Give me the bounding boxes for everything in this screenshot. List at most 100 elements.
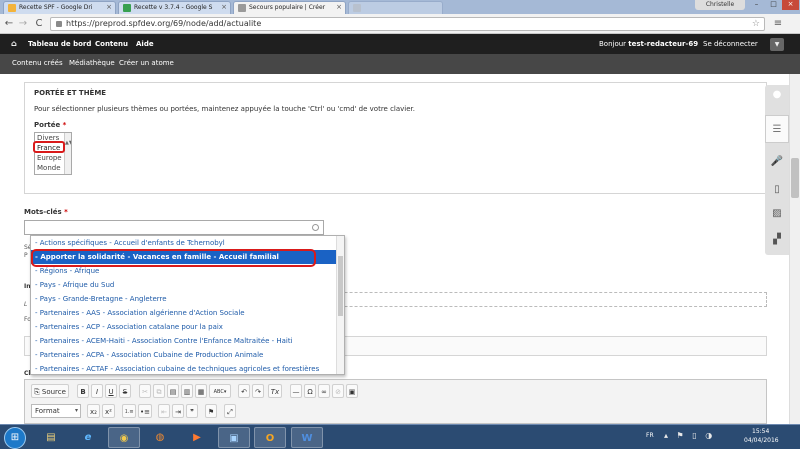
undo-icon[interactable]: ↶ (238, 384, 250, 398)
portee-option-europe[interactable]: Europe (37, 153, 62, 163)
spellcheck-icon[interactable]: ABC▾ (209, 384, 231, 398)
home-icon[interactable]: ⌂ (11, 34, 17, 54)
bold-button[interactable]: B (77, 384, 89, 398)
autocomplete-item[interactable]: - Pays - Grande-Bretagne - Angleterre (31, 292, 336, 306)
internet-explorer-icon[interactable]: e (72, 427, 104, 448)
video-clapper-icon[interactable]: ▞ (769, 233, 785, 247)
paste-text-icon[interactable]: ▥ (181, 384, 193, 398)
tab-close-icon[interactable]: × (106, 2, 112, 13)
autocomplete-item[interactable]: - Partenaires - ACP - Association catala… (31, 320, 336, 334)
document-icon[interactable]: ▯ (769, 183, 785, 197)
special-char-icon[interactable]: Ω (304, 384, 316, 398)
subscript-icon[interactable]: x₂ (87, 404, 100, 418)
cut-icon[interactable]: ✂ (139, 384, 151, 398)
redo-icon[interactable]: ↷ (252, 384, 264, 398)
outdent-icon[interactable]: ⇤ (158, 404, 170, 418)
browser-profile-button[interactable]: Christelle (695, 0, 745, 10)
copy-icon[interactable]: ⧉ (153, 384, 165, 398)
blockquote-icon[interactable]: ❞ (186, 404, 198, 418)
toolbar-link-dashboard[interactable]: Tableau de bord (28, 34, 91, 54)
autocomplete-item[interactable]: - Pays - Afrique du Sud (31, 278, 336, 292)
reload-icon[interactable]: C (33, 18, 45, 30)
autocomplete-item[interactable]: - Partenaires - ACEM-Haiti - Association… (31, 334, 336, 348)
firefox-icon[interactable]: ◍ (144, 427, 176, 448)
toolbar-toggle-button[interactable]: ▼ (770, 38, 784, 51)
flag-icon[interactable]: ⚑ (205, 404, 217, 418)
snipping-tool-icon[interactable]: ▣ (218, 427, 250, 448)
shortcut-creer-atome[interactable]: Créer un atome (119, 54, 174, 72)
system-tray-icons[interactable]: ▴ ⚑ ▯ ◑ (664, 431, 715, 440)
bookmark-star-icon[interactable]: ☆ (752, 18, 760, 30)
source-button[interactable]: ⎘ Source (31, 384, 69, 398)
remove-format-icon[interactable]: Tx (268, 384, 282, 398)
autocomplete-scrollbar[interactable] (336, 236, 344, 374)
fieldset-legend: PORTÉE ET THÈME (34, 89, 107, 97)
format-dropdown[interactable]: Format ▾ (31, 404, 81, 418)
user-name[interactable]: test-redacteur-69 (628, 40, 698, 48)
image-icon[interactable]: ▣ (346, 384, 358, 398)
underline-button[interactable]: U (105, 384, 117, 398)
clock-date[interactable]: 04/04/2016 (744, 437, 779, 444)
superscript-icon[interactable]: x² (102, 404, 115, 418)
select-scrollbar[interactable]: ▲▼ (64, 133, 71, 174)
address-bar[interactable]: https://preprod.spfdev.org/69/node/add/a… (50, 17, 765, 31)
browser-menu-icon[interactable]: ≡ (772, 18, 784, 30)
toolbar-link-help[interactable]: Aide (136, 34, 154, 54)
word-icon[interactable]: W (291, 427, 323, 448)
window-minimize-button[interactable]: – (748, 0, 765, 10)
picture-icon[interactable]: ▨ (769, 207, 785, 221)
link-icon[interactable]: ∞ (318, 384, 330, 398)
start-button[interactable]: ⊞ (4, 427, 26, 449)
portee-multiselect[interactable]: Divers France Europe Monde ▲▼ (34, 132, 72, 175)
chrome-icon[interactable]: ◉ (108, 427, 140, 448)
mots-cles-label: Mots-clés * (24, 208, 68, 216)
browser-tab-recette-spf[interactable]: Recette SPF - Google Dri × (3, 1, 116, 14)
shortcut-contenus-crees[interactable]: Contenu créés (12, 54, 63, 72)
toolbar-link-content[interactable]: Contenu (95, 34, 128, 54)
italic-button[interactable]: I (91, 384, 103, 398)
strikethrough-button[interactable]: S (119, 384, 131, 398)
tab-close-icon[interactable]: × (221, 2, 227, 13)
autocomplete-item[interactable]: - Partenaires - ACTAF - Association cuba… (31, 362, 336, 374)
autocomplete-item[interactable]: - Actions spécifiques - Accueil d'enfant… (31, 236, 336, 250)
explorer-icon[interactable]: ▤ (35, 427, 67, 448)
mots-cles-input[interactable] (24, 220, 324, 235)
portee-option-monde[interactable]: Monde (37, 163, 61, 173)
media-player-icon[interactable]: ▶ (181, 427, 213, 448)
chevron-down-icon: ▾ (74, 407, 78, 414)
paste-icon[interactable]: ▤ (167, 384, 179, 398)
back-arrow-icon[interactable]: ← (3, 18, 15, 30)
window-close-button[interactable]: × (782, 0, 799, 10)
numbered-list-icon[interactable]: ⒈≡ (122, 404, 136, 418)
horizontal-rule-icon[interactable]: — (290, 384, 302, 398)
indent-icon[interactable]: ⇥ (172, 404, 184, 418)
page-content: PORTÉE ET THÈME Pour sélectionner plusie… (0, 74, 789, 424)
google-drive-icon (8, 4, 16, 12)
browser-tab-recette-v374[interactable]: Recette v 3.7.4 - Google S × (118, 1, 231, 14)
tray-toggle-icon[interactable]: ● (769, 88, 785, 102)
url-text[interactable]: https://preprod.spfdev.org/69/node/add/a… (66, 18, 261, 30)
clock-time[interactable]: 15:54 (752, 428, 769, 435)
list-icon[interactable]: ☰ (769, 123, 785, 137)
window-maximize-button[interactable]: □ (765, 0, 782, 10)
outlook-icon[interactable]: O (254, 427, 286, 448)
paste-word-icon[interactable]: ▦ (195, 384, 207, 398)
language-indicator[interactable]: FR (646, 432, 654, 439)
browser-tab-secours-populaire[interactable]: Secours populaire | Créer × (233, 1, 346, 14)
autocomplete-scroll-thumb[interactable] (338, 256, 343, 316)
page-scrollbar[interactable] (789, 74, 800, 424)
media-side-tray: ● ☰ 🎤 ▯ ▨ ▞ (765, 85, 789, 255)
ckeditor-toolbar: ⎘ Source B I U S ✂ ⧉ ▤ ▥ ▦ ABC▾ ↶ ↷ Tx —… (24, 379, 767, 424)
bulleted-list-icon[interactable]: •≡ (138, 404, 152, 418)
microphone-icon[interactable]: 🎤 (769, 155, 785, 169)
tab-close-icon[interactable]: × (336, 2, 342, 13)
shortcut-mediatheque[interactable]: Médiathèque (69, 54, 115, 72)
maximize-icon[interactable]: ⤢ (224, 404, 236, 418)
browser-tab-blurred[interactable] (348, 1, 443, 14)
forward-arrow-icon[interactable]: → (17, 18, 29, 30)
unlink-icon[interactable]: ⊘ (332, 384, 344, 398)
autocomplete-item[interactable]: - Partenaires - ACPA - Association Cubai… (31, 348, 336, 362)
logout-link[interactable]: Se déconnecter (703, 34, 758, 54)
page-scroll-thumb[interactable] (791, 158, 799, 198)
autocomplete-item[interactable]: - Partenaires - AAS - Association algéri… (31, 306, 336, 320)
